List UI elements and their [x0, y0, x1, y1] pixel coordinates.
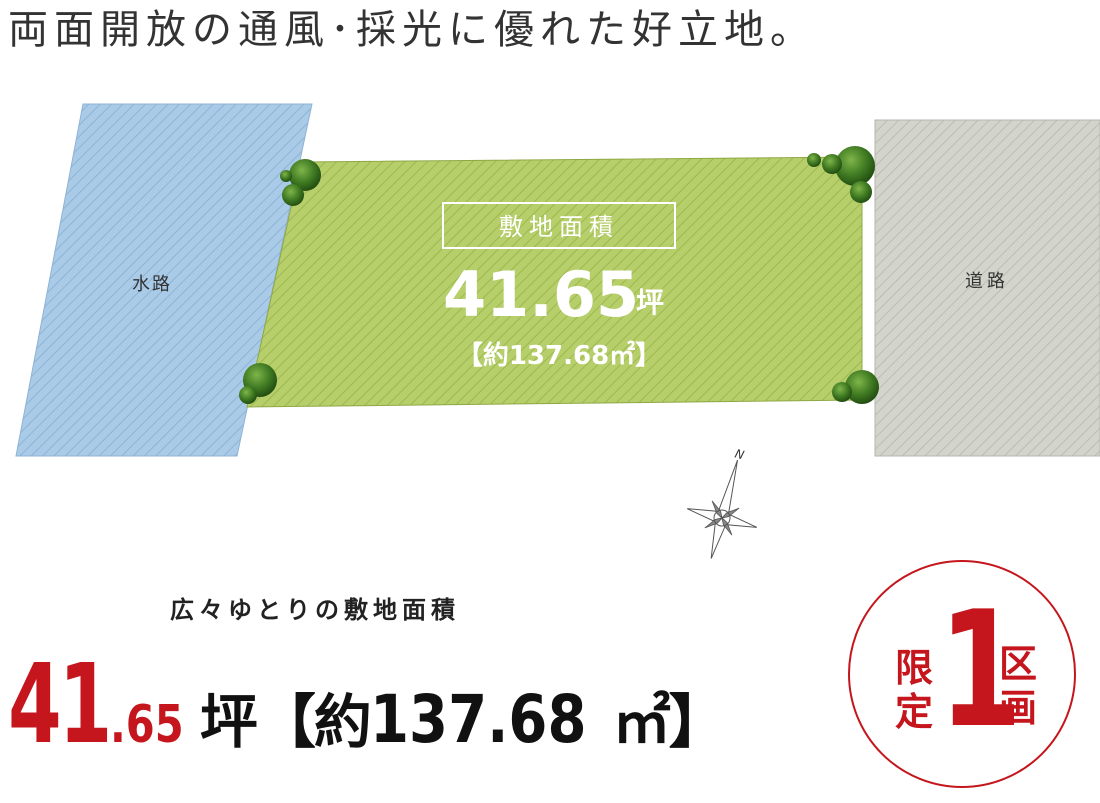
- area-unit: 坪: [636, 286, 664, 319]
- badge-number: 1: [938, 576, 1023, 763]
- area-value-integer: 41: [8, 640, 112, 768]
- badge-right-text: 区画: [998, 642, 1037, 730]
- sqm-open: 【約: [257, 688, 372, 756]
- site-map: 水路 道路 敷地面積 41.65 坪 【約137.68㎡】 N: [15, 103, 1100, 559]
- limited-lot-badge: 限定 1 区画: [848, 560, 1076, 788]
- area-unit-label: 坪: [199, 688, 258, 756]
- compass-north-label: N: [733, 446, 745, 462]
- summary-area-line: 41.65 坪【約137.68 ㎡】: [8, 640, 727, 768]
- road-label: 道路: [965, 271, 1009, 292]
- compass-icon: N: [687, 446, 757, 559]
- area-title: 敷地面積: [499, 213, 619, 241]
- sqm-value: 137.68: [369, 681, 587, 758]
- summary-subtitle: 広々ゆとりの敷地面積: [170, 596, 460, 624]
- sqm-close: 】: [668, 688, 727, 756]
- badge-left-text: 限定: [894, 646, 933, 734]
- area-sqm: 【約137.68㎡】: [457, 340, 661, 371]
- area-value: 41.65: [443, 258, 639, 331]
- sqm-unit: ㎡: [612, 688, 671, 756]
- waterway-label: 水路: [132, 274, 172, 295]
- area-value-decimal: .65: [109, 695, 184, 755]
